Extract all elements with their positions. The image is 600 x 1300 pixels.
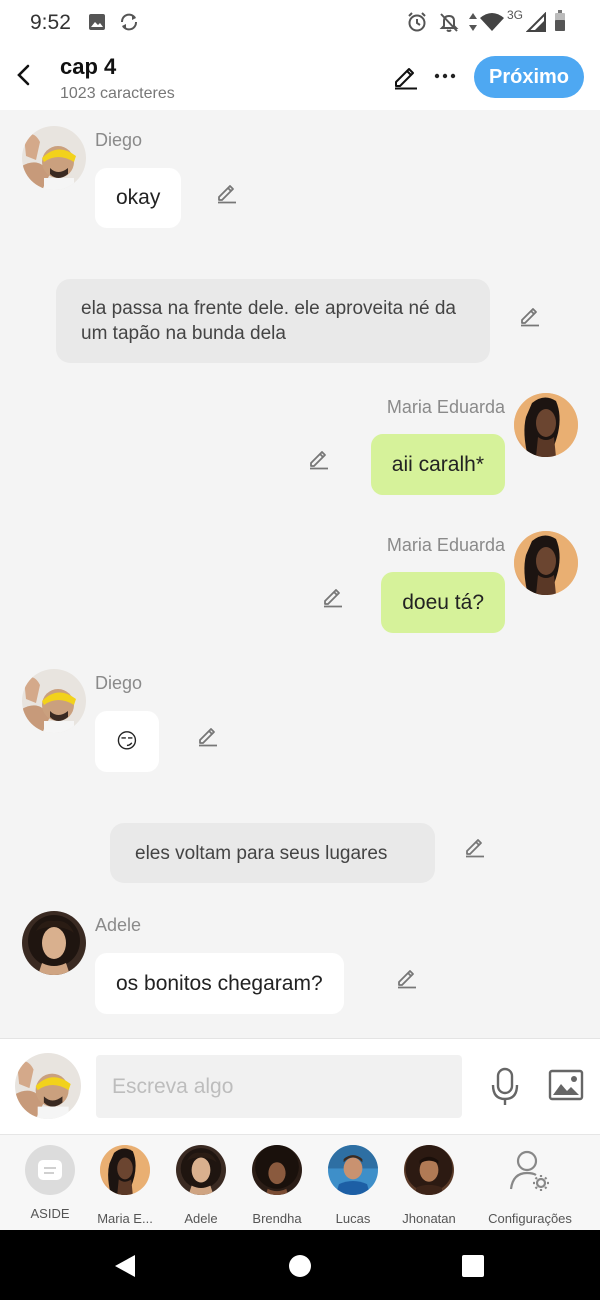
- adele-avatar[interactable]: [22, 911, 86, 975]
- alarm-icon: [408, 12, 426, 32]
- character-aside[interactable]: ASIDE: [10, 1145, 90, 1221]
- next-button[interactable]: Próximo: [474, 56, 584, 98]
- aside-icon: [25, 1145, 75, 1195]
- message-input-bar: [0, 1038, 600, 1134]
- data-arrows-icon: [469, 13, 477, 31]
- edit-message-icon[interactable]: [320, 582, 346, 608]
- edit-message-icon[interactable]: [394, 963, 420, 989]
- edit-title-icon[interactable]: [392, 62, 420, 90]
- chapter-title[interactable]: cap 4: [60, 54, 116, 80]
- character-label: Lucas: [335, 1211, 371, 1226]
- network-type: 3G: [507, 8, 524, 22]
- character-label: Maria E...: [97, 1211, 153, 1226]
- message-input[interactable]: [96, 1055, 462, 1118]
- android-nav-bar: [0, 1230, 600, 1300]
- character-label: Adele: [184, 1211, 218, 1226]
- status-bar: 9:52 3G: [0, 0, 600, 44]
- battery-icon: [555, 10, 565, 31]
- narration-bubble[interactable]: eles voltam para seus lugares: [110, 823, 435, 883]
- character-lucas[interactable]: Lucas: [313, 1145, 393, 1226]
- diego-avatar[interactable]: [22, 669, 86, 733]
- image-notification-icon: [89, 14, 105, 30]
- character-label: Jhonatan: [402, 1211, 456, 1226]
- character-settings[interactable]: Configurações: [480, 1145, 580, 1226]
- chat-area[interactable]: Diego okay ela passa na frente dele. ele…: [0, 110, 600, 1038]
- nav-recents-icon[interactable]: [461, 1254, 485, 1278]
- lucas-avatar: [328, 1145, 378, 1195]
- message-bubble[interactable]: 😏: [95, 711, 159, 772]
- character-adele[interactable]: Adele: [161, 1145, 241, 1226]
- status-time: 9:52: [30, 11, 71, 34]
- edit-message-icon[interactable]: [214, 178, 240, 204]
- message-author: Adele: [95, 915, 142, 935]
- chapter-header: cap 4 1023 caracteres Próximo: [0, 44, 600, 110]
- message-bubble[interactable]: doeu tá?: [381, 572, 505, 633]
- image-upload-icon[interactable]: [548, 1069, 584, 1101]
- maria-eduarda-avatar: [100, 1145, 150, 1195]
- microphone-icon[interactable]: [488, 1067, 522, 1107]
- character-label: Configurações: [488, 1211, 572, 1226]
- adele-avatar: [176, 1145, 226, 1195]
- edit-message-icon[interactable]: [306, 444, 332, 470]
- message-author: Maria Eduarda: [386, 535, 505, 555]
- diego-avatar[interactable]: [22, 126, 86, 190]
- character-count: 1023 caracteres: [60, 85, 175, 102]
- selected-character-avatar[interactable]: [15, 1053, 81, 1119]
- nav-home-icon[interactable]: [288, 1254, 312, 1278]
- character-label: ASIDE: [30, 1206, 70, 1221]
- edit-narration-icon[interactable]: [517, 301, 543, 327]
- sync-icon: [121, 13, 137, 31]
- notifications-off-icon: [439, 13, 459, 32]
- message-author: Diego: [95, 130, 143, 150]
- brendha-avatar: [252, 1145, 302, 1195]
- character-selector-bar: ASIDE Maria E... Adele Brendha Lucas Jho…: [0, 1134, 600, 1230]
- maria-eduarda-avatar[interactable]: [514, 531, 578, 595]
- message-bubble[interactable]: okay: [95, 168, 182, 228]
- nav-back-icon[interactable]: [113, 1253, 137, 1279]
- message-bubble[interactable]: os bonitos chegaram?: [95, 953, 344, 1014]
- jhonatan-avatar: [404, 1145, 454, 1195]
- message-author: Diego: [95, 673, 143, 693]
- cell-signal-icon: [526, 12, 546, 32]
- character-maria-eduarda[interactable]: Maria E...: [85, 1145, 165, 1226]
- more-options-icon[interactable]: [432, 60, 458, 90]
- character-brendha[interactable]: Brendha: [237, 1145, 317, 1226]
- narration-bubble[interactable]: ela passa na frente dele. ele aproveita …: [56, 279, 490, 363]
- character-jhonatan[interactable]: Jhonatan: [389, 1145, 469, 1226]
- edit-narration-icon[interactable]: [462, 832, 488, 858]
- message-author: Maria Eduarda: [386, 397, 505, 417]
- edit-message-icon[interactable]: [195, 721, 221, 747]
- back-arrow-icon[interactable]: [10, 58, 38, 92]
- user-settings-icon: [509, 1150, 549, 1191]
- maria-eduarda-avatar[interactable]: [514, 393, 578, 457]
- message-bubble[interactable]: aii caralh*: [370, 434, 505, 495]
- character-label: Brendha: [252, 1211, 302, 1226]
- wifi-icon: [480, 13, 504, 31]
